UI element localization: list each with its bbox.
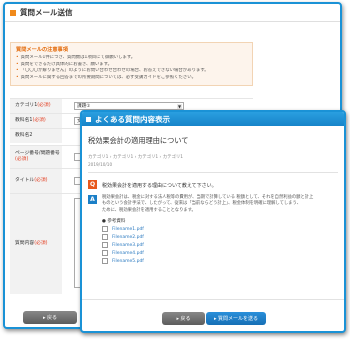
page-label: ページ番号/問題番号 (必須) xyxy=(10,146,62,168)
attachment-link[interactable]: Filename1.pdf xyxy=(102,226,313,233)
back-button[interactable]: ▸ 戻る xyxy=(162,312,205,325)
post-date: 2019/10/10 xyxy=(88,162,113,167)
header-square-icon xyxy=(86,116,91,122)
attachment-link[interactable]: Filename2.pdf xyxy=(102,234,313,241)
notice-line: • 質問メールに関する回答までの所要期間については、必ず受講ガイドをご参照ください… xyxy=(16,74,197,80)
answer-line: ために、税効果会計を適用することとなります。 xyxy=(102,207,196,213)
title-label: タイトル (必須) xyxy=(10,169,62,193)
category-select[interactable]: 課題① ▼ xyxy=(74,102,184,110)
faq-title: よくある質問内容表示 xyxy=(95,114,170,124)
attachment-link[interactable]: Filename5.pdf xyxy=(102,258,313,265)
send-question-button[interactable]: ▸ 質問メールを送る xyxy=(206,312,266,325)
a-badge: A xyxy=(88,195,97,204)
attachment-link[interactable]: Filename4.pdf xyxy=(102,250,313,257)
content-label: 質問内容 (必須) xyxy=(10,194,62,294)
header-square-icon xyxy=(10,9,16,16)
breadcrumb: カテゴリ1 › カテゴリ1 › カテゴリ1 › カテゴリ1 xyxy=(88,155,184,160)
notice-title: 質問メールの注意事項 xyxy=(16,47,68,53)
file-icon xyxy=(102,234,108,241)
back-button[interactable]: ▸ 戻る xyxy=(23,311,77,324)
notice-box: 質問メールの注意事項 • 質問メール1件につき、質問数は1項目にて御願いします。 … xyxy=(10,42,253,86)
question-text: 税効果会計を適用する理由について教えて下さい。 xyxy=(102,183,217,189)
reference-title: ● 参考資料 xyxy=(102,219,126,225)
question-title: 税効果会計の適用理由について xyxy=(88,136,189,145)
q-badge: Q xyxy=(88,180,97,189)
faq-header: よくある質問内容表示 xyxy=(82,112,344,126)
notice-line: • 質問メール1件につき、質問数は1項目にて御願いします。 xyxy=(16,55,136,60)
notice-line: • 「〇〇〇が解りません」のようにお問い合わせ合わせの場合、お答えできない場合があ… xyxy=(16,68,209,74)
answer-block: A 税効果会計は、税金に対する法人税等の費用が、当期で計算している 税額として、… xyxy=(88,195,338,265)
attachment-link[interactable]: Filename3.pdf xyxy=(102,242,313,249)
chevron-down-icon: ▼ xyxy=(177,104,182,109)
textbook2-label: 教科名2 xyxy=(10,129,62,143)
question-block: Q 税効果会計を適用する理由について教えて下さい。 xyxy=(88,180,338,189)
question-mail-header: 質問メール送信 xyxy=(5,4,340,22)
file-icon xyxy=(102,250,108,257)
faq-footer: ▸ 戻る ▸ 質問メールを送る xyxy=(82,299,344,331)
notice-line: • 質問をできるだけ具体的にお書き、願います。 xyxy=(16,61,112,67)
file-icon xyxy=(102,242,108,249)
answer-line: ものという会計手法で、したがって、従来は「当前ならどう計上」、税金体制を明確に理… xyxy=(102,201,302,207)
faq-window: よくある質問内容表示 税効果会計の適用理由について カテゴリ1 › カテゴリ1 … xyxy=(80,110,346,333)
question-mail-title: 質問メール送信 xyxy=(20,8,73,17)
category-label: カテゴリ1 (必須) xyxy=(10,99,62,113)
file-icon xyxy=(102,226,108,233)
textbook1-label: 教科名1 (必須) xyxy=(10,114,62,128)
file-icon xyxy=(102,258,108,265)
